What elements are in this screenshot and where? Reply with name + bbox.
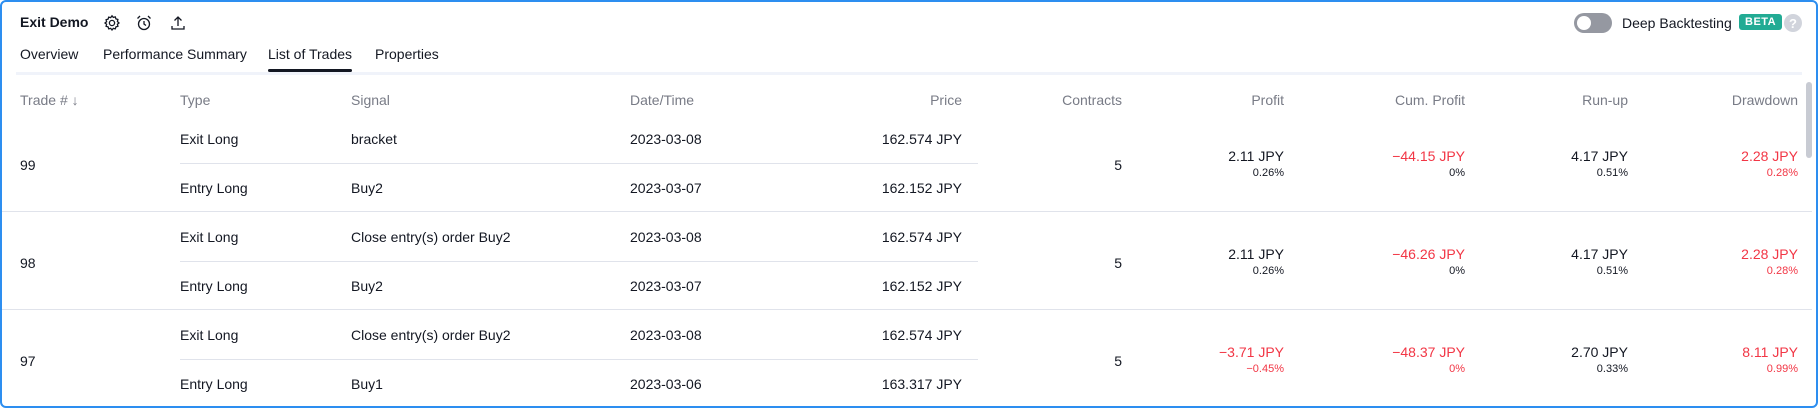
help-icon[interactable]: ? <box>1784 14 1802 32</box>
settings-gear-icon[interactable] <box>101 12 123 34</box>
trade-number: 99 <box>20 157 36 173</box>
col-header-datetime: Date/Time <box>630 92 695 108</box>
col-header-price: Price <box>930 92 962 108</box>
trade-date-entry: 2023-03-07 <box>630 278 702 294</box>
sort-down-arrow-icon: ↓ <box>71 92 79 108</box>
row-divider <box>2 309 1812 310</box>
trade-cum-profit: −48.37 JPY <box>1392 344 1465 360</box>
trade-price-entry: 162.152 JPY <box>881 180 962 196</box>
col-header-contracts: Contracts <box>1062 92 1122 108</box>
strategy-tester-panel: Exit Demo Deep Backtesting BETA ? Overvi… <box>0 0 1818 408</box>
trade-runup: 2.70 JPY <box>1571 344 1628 360</box>
trade-number: 98 <box>20 255 36 271</box>
trade-profit-pct: 0.26% <box>1252 167 1284 179</box>
trade-runup-pct: 0.51% <box>1596 265 1628 277</box>
trade-cum-profit-pct: 0% <box>1449 167 1465 179</box>
trade-signal-entry: Buy2 <box>351 278 383 294</box>
trade-type-exit: Exit Long <box>180 131 239 147</box>
trade-drawdown-pct: 0.99% <box>1766 363 1798 375</box>
tab-divider <box>16 72 1802 75</box>
vertical-scrollbar[interactable] <box>1806 82 1812 158</box>
trade-type-entry: Entry Long <box>180 278 248 294</box>
trade-cum-profit-pct: 0% <box>1449 363 1465 375</box>
trade-runup: 4.17 JPY <box>1571 148 1628 164</box>
deep-backtesting-label: Deep Backtesting <box>1622 15 1732 31</box>
trade-signal-exit: Close entry(s) order Buy2 <box>351 327 511 343</box>
trade-runup-pct: 0.51% <box>1596 167 1628 179</box>
col-header-profit: Profit <box>1251 92 1284 108</box>
col-header-drawdown: Drawdown <box>1731 92 1798 108</box>
trade-cum-profit: −44.15 JPY <box>1392 148 1465 164</box>
trade-profit-pct: −0.45% <box>1246 363 1284 375</box>
trade-price-exit: 162.574 JPY <box>881 229 962 245</box>
col-header-signal: Signal <box>351 92 390 108</box>
trade-cum-profit-pct: 0% <box>1449 265 1465 277</box>
col-header-runup: Run-up <box>1582 92 1628 108</box>
trade-contracts: 5 <box>1114 255 1122 271</box>
export-upload-icon[interactable] <box>167 12 189 34</box>
tab-overview[interactable]: Overview <box>20 46 78 70</box>
trade-date-exit: 2023-03-08 <box>630 131 702 147</box>
trade-profit: 2.11 JPY <box>1228 148 1284 164</box>
row-inner-divider <box>180 261 978 262</box>
trade-signal-exit: bracket <box>351 131 397 147</box>
trade-type-entry: Entry Long <box>180 180 248 196</box>
trade-price-exit: 162.574 JPY <box>881 327 962 343</box>
trade-date-exit: 2023-03-08 <box>630 327 702 343</box>
row-inner-divider <box>180 163 978 164</box>
trade-contracts: 5 <box>1114 353 1122 369</box>
trade-runup-pct: 0.33% <box>1596 363 1628 375</box>
trade-profit-pct: 0.26% <box>1252 265 1284 277</box>
col-header-cum-profit: Cum. Profit <box>1394 92 1465 108</box>
trade-signal-exit: Close entry(s) order Buy2 <box>351 229 511 245</box>
trade-signal-entry: Buy2 <box>351 180 383 196</box>
trade-type-exit: Exit Long <box>180 327 239 343</box>
trade-date-entry: 2023-03-06 <box>630 376 702 392</box>
col-header-trade-label: Trade # <box>20 92 68 108</box>
trade-number: 97 <box>20 353 36 369</box>
trade-profit: −3.71 JPY <box>1219 344 1284 360</box>
deep-backtesting-toggle[interactable] <box>1574 13 1612 33</box>
trade-price-entry: 163.317 JPY <box>881 376 962 392</box>
toggle-knob <box>1577 16 1591 30</box>
trade-type-exit: Exit Long <box>180 229 239 245</box>
trade-cum-profit: −46.26 JPY <box>1392 246 1465 262</box>
tab-properties[interactable]: Properties <box>375 46 439 70</box>
col-header-type: Type <box>180 92 211 108</box>
trade-date-entry: 2023-03-07 <box>630 180 702 196</box>
row-inner-divider <box>180 359 978 360</box>
row-divider <box>2 211 1812 212</box>
trade-drawdown: 2.28 JPY <box>1741 148 1798 164</box>
trade-drawdown: 2.28 JPY <box>1741 246 1798 262</box>
trade-date-exit: 2023-03-08 <box>630 229 702 245</box>
trade-price-entry: 162.152 JPY <box>881 278 962 294</box>
trade-runup: 4.17 JPY <box>1571 246 1628 262</box>
trade-signal-entry: Buy1 <box>351 376 383 392</box>
trade-drawdown: 8.11 JPY <box>1742 344 1798 360</box>
strategy-title[interactable]: Exit Demo <box>20 14 88 30</box>
alarm-clock-icon[interactable] <box>133 12 155 34</box>
tab-performance-summary[interactable]: Performance Summary <box>103 46 247 70</box>
trade-contracts: 5 <box>1114 157 1122 173</box>
trade-price-exit: 162.574 JPY <box>881 131 962 147</box>
beta-badge: BETA <box>1739 14 1783 30</box>
trade-profit: 2.11 JPY <box>1228 246 1284 262</box>
trade-drawdown-pct: 0.28% <box>1766 265 1798 277</box>
col-header-trade-number[interactable]: Trade # ↓ <box>20 92 79 108</box>
trade-drawdown-pct: 0.28% <box>1766 167 1798 179</box>
tab-list-of-trades[interactable]: List of Trades <box>268 46 353 72</box>
trade-type-entry: Entry Long <box>180 376 248 392</box>
